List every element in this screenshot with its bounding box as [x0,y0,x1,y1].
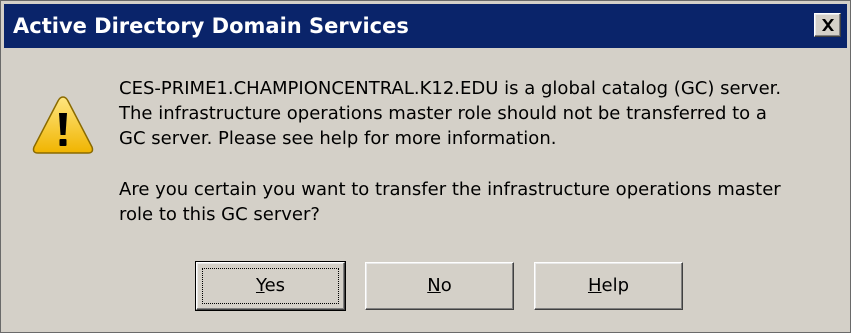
window-title: Active Directory Domain Services [13,14,409,38]
dialog-window: Active Directory Domain Services CES-PRI… [0,0,851,333]
message-line: GC server. Please see help for more info… [119,128,557,149]
help-button[interactable]: Help [534,262,683,310]
warning-icon [32,96,94,154]
message-line: role to this GC server? [119,204,320,225]
help-button-label: Help [587,275,630,296]
message-line: CES-PRIME1.CHAMPIONCENTRAL.K12.EDU is a … [119,78,782,99]
message-text: CES-PRIME1.CHAMPIONCENTRAL.K12.EDU is a … [119,76,781,151]
confirmation-question: Are you certain you want to transfer the… [119,177,781,227]
message-line: The infrastructure operations master rol… [119,103,767,124]
close-icon [822,19,834,31]
close-button[interactable] [814,13,841,37]
message-line: Are you certain you want to transfer the… [119,179,781,200]
yes-button[interactable]: Yes [195,261,346,311]
no-button-label: No [427,275,452,296]
no-button[interactable]: No [365,262,514,310]
yes-button-label: Yes [255,275,286,296]
title-bar[interactable]: Active Directory Domain Services [4,4,847,48]
